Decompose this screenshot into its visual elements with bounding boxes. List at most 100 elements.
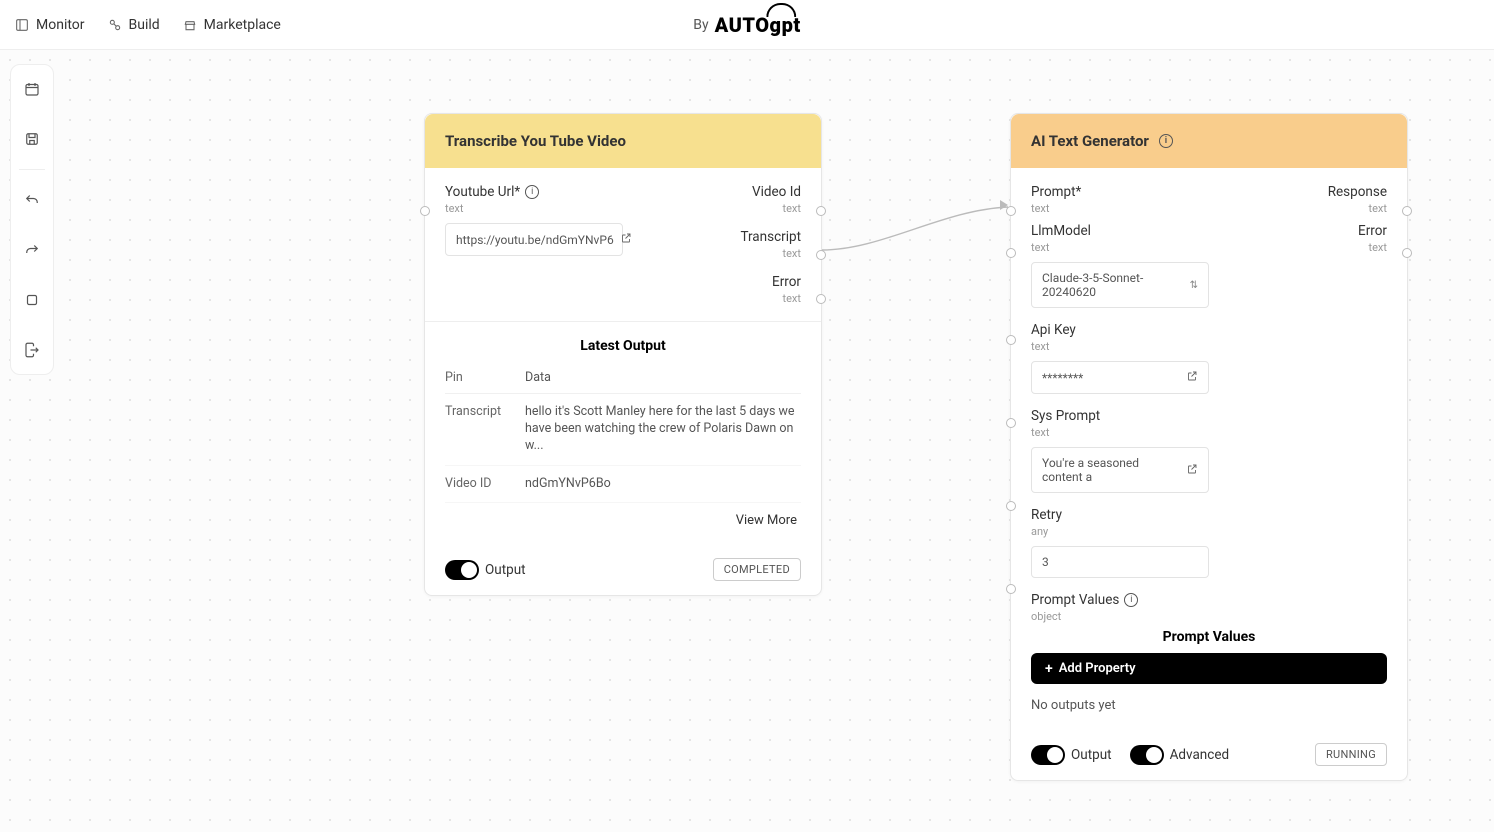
logout-icon	[23, 341, 41, 359]
node2-output-error: Error text	[1358, 223, 1387, 254]
node2-output-response: Response text	[1328, 184, 1387, 215]
port-in-sysprompt[interactable]	[1006, 418, 1016, 428]
calendar-button[interactable]	[22, 79, 42, 99]
node1-youtube-url-label: Youtube Url* i	[445, 184, 623, 200]
node2-title: AI Text Generator	[1031, 132, 1149, 150]
add-property-button[interactable]: + Add Property	[1031, 653, 1387, 684]
node2-sysprompt-input[interactable]: You're a seasoned content a	[1031, 447, 1209, 493]
no-outputs-text: No outputs yet	[1031, 698, 1387, 713]
output-toggle-label: Output	[1071, 747, 1112, 763]
sidebar	[10, 64, 54, 375]
external-link-icon[interactable]	[1186, 463, 1198, 478]
table-row: Transcript hello it's Scott Manley here …	[445, 394, 801, 466]
node2-promptvalues-label: Prompt Values i	[1031, 592, 1387, 608]
output-toggle[interactable]	[1031, 745, 1065, 765]
port-out-error[interactable]	[1402, 248, 1412, 258]
cell-pin: Video ID	[445, 476, 525, 493]
th-data: Data	[525, 370, 801, 387]
divider	[425, 321, 821, 322]
stop-button[interactable]	[22, 290, 42, 310]
port-in-llmmodel[interactable]	[1006, 248, 1016, 258]
node2-prompt-type: text	[1031, 202, 1081, 215]
main: Transcribe You Tube Video Youtube Url* i…	[0, 50, 1494, 832]
advanced-toggle[interactable]	[1130, 745, 1164, 765]
external-link-icon[interactable]	[620, 232, 632, 247]
node2-promptvalues-type: object	[1031, 610, 1387, 623]
port-in-promptvalues[interactable]	[1006, 584, 1016, 594]
calendar-icon	[23, 80, 41, 98]
nav-build-label: Build	[129, 17, 160, 33]
port-out-transcript[interactable]	[816, 250, 826, 260]
external-link-icon[interactable]	[1186, 370, 1198, 385]
node2-error-label: Error	[1358, 223, 1387, 239]
view-more-link[interactable]: View More	[445, 503, 801, 534]
node2-body: Prompt* text Response text LlmModel text…	[1011, 168, 1407, 733]
node1-header[interactable]: Transcribe You Tube Video	[425, 114, 821, 168]
stop-icon	[23, 291, 41, 309]
sidebar-divider	[19, 169, 45, 170]
output-toggle-wrap: Output	[1031, 745, 1112, 765]
port-in-youtube-url[interactable]	[420, 206, 430, 216]
th-pin: Pin	[445, 370, 525, 387]
node2-apikey-input[interactable]: ********	[1031, 361, 1209, 394]
plus-icon: +	[1045, 662, 1053, 676]
node1-youtube-url-value: https://youtu.be/ndGmYNvP6	[456, 233, 614, 247]
node2-response-type: text	[1369, 202, 1388, 215]
nav-monitor[interactable]: Monitor	[14, 17, 85, 33]
latest-output-title: Latest Output	[445, 338, 801, 354]
node2-retry-input[interactable]: 3	[1031, 546, 1209, 578]
node2-input-prompt: Prompt* text	[1031, 184, 1081, 215]
node2-prompt-label: Prompt*	[1031, 184, 1081, 200]
node2-header[interactable]: AI Text Generator i	[1011, 114, 1407, 168]
marketplace-icon	[182, 17, 198, 33]
node2-input-sysprompt: Sys Prompt text You're a seasoned conten…	[1031, 408, 1387, 493]
node-ai-text-generator[interactable]: AI Text Generator i Prompt* text Respons…	[1010, 113, 1408, 781]
node2-retry-label: Retry	[1031, 507, 1387, 523]
save-icon	[23, 130, 41, 148]
node2-input-apikey: Api Key text ********	[1031, 322, 1387, 394]
port-in-apikey[interactable]	[1006, 335, 1016, 345]
brand-logo: AUTOgpt	[715, 13, 801, 37]
build-icon	[107, 17, 123, 33]
node-transcribe-youtube[interactable]: Transcribe You Tube Video Youtube Url* i…	[424, 113, 822, 596]
advanced-toggle-wrap: Advanced	[1130, 745, 1230, 765]
node1-output-error: Error text	[772, 274, 801, 305]
port-out-video-id[interactable]	[816, 206, 826, 216]
node2-apikey-type: text	[1031, 340, 1387, 353]
undo-button[interactable]	[22, 190, 42, 210]
status-badge: COMPLETED	[713, 558, 801, 581]
node2-error-type: text	[1369, 241, 1388, 254]
node1-footer: Output COMPLETED	[425, 548, 821, 595]
nav-marketplace[interactable]: Marketplace	[182, 17, 281, 33]
cell-data: hello it's Scott Manley here for the las…	[525, 404, 801, 455]
nav-build[interactable]: Build	[107, 17, 160, 33]
node2-retry-value: 3	[1042, 555, 1049, 569]
port-out-response[interactable]	[1402, 206, 1412, 216]
node1-error-label: Error	[772, 274, 801, 290]
node1-title: Transcribe You Tube Video	[445, 132, 626, 150]
port-out-error[interactable]	[816, 294, 826, 304]
info-icon[interactable]: i	[1124, 593, 1138, 607]
prompt-values-title: Prompt Values	[1031, 629, 1387, 645]
node2-retry-type: any	[1031, 525, 1387, 538]
add-property-label: Add Property	[1059, 661, 1136, 676]
info-icon[interactable]: i	[1159, 134, 1173, 148]
node1-video-id-label: Video Id	[752, 184, 801, 200]
brand-logo-arc-icon	[767, 3, 797, 17]
logout-button[interactable]	[22, 340, 42, 360]
node2-sysprompt-value: You're a seasoned content a	[1042, 456, 1180, 484]
edge-arrow-icon	[1000, 200, 1008, 210]
cell-pin: Transcript	[445, 404, 525, 455]
table-row: Video ID ndGmYNvP6Bo	[445, 466, 801, 504]
node2-llmmodel-type: text	[1031, 241, 1209, 254]
save-button[interactable]	[22, 129, 42, 149]
node2-input-retry: Retry any 3	[1031, 507, 1387, 578]
output-toggle[interactable]	[445, 560, 479, 580]
info-icon[interactable]: i	[525, 185, 539, 199]
node1-youtube-url-input[interactable]: https://youtu.be/ndGmYNvP6	[445, 223, 623, 256]
port-in-retry[interactable]	[1006, 501, 1016, 511]
redo-button[interactable]	[22, 240, 42, 260]
node2-llmmodel-input[interactable]: Claude-3-5-Sonnet-20240620 ⇅	[1031, 262, 1209, 308]
output-toggle-wrap: Output	[445, 560, 526, 580]
monitor-icon	[14, 17, 30, 33]
